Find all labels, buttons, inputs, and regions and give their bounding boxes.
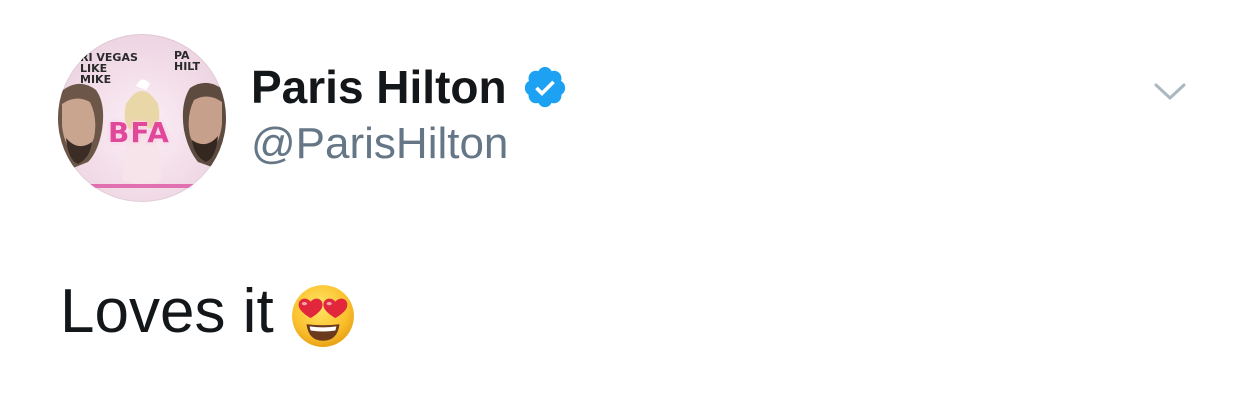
display-name[interactable]: Paris Hilton [251, 60, 507, 114]
avatar-caption-right: PA HILT [174, 49, 200, 73]
verified-badge-icon [524, 66, 566, 108]
tweet-card: RI VEGAS LIKE MIKE PA HILT BFA Paris Hil… [0, 0, 1242, 413]
user-handle[interactable]: @ParisHilton [251, 118, 508, 170]
avatar-caption-left: RI VEGAS LIKE MIKE [80, 51, 138, 86]
heart-eyes-emoji-icon [292, 285, 354, 347]
chevron-down-icon[interactable] [1150, 76, 1190, 106]
avatar[interactable]: RI VEGAS LIKE MIKE PA HILT BFA [58, 34, 226, 202]
avatar-logo: BFA [108, 116, 170, 149]
tweet-text: Loves it [60, 277, 274, 346]
